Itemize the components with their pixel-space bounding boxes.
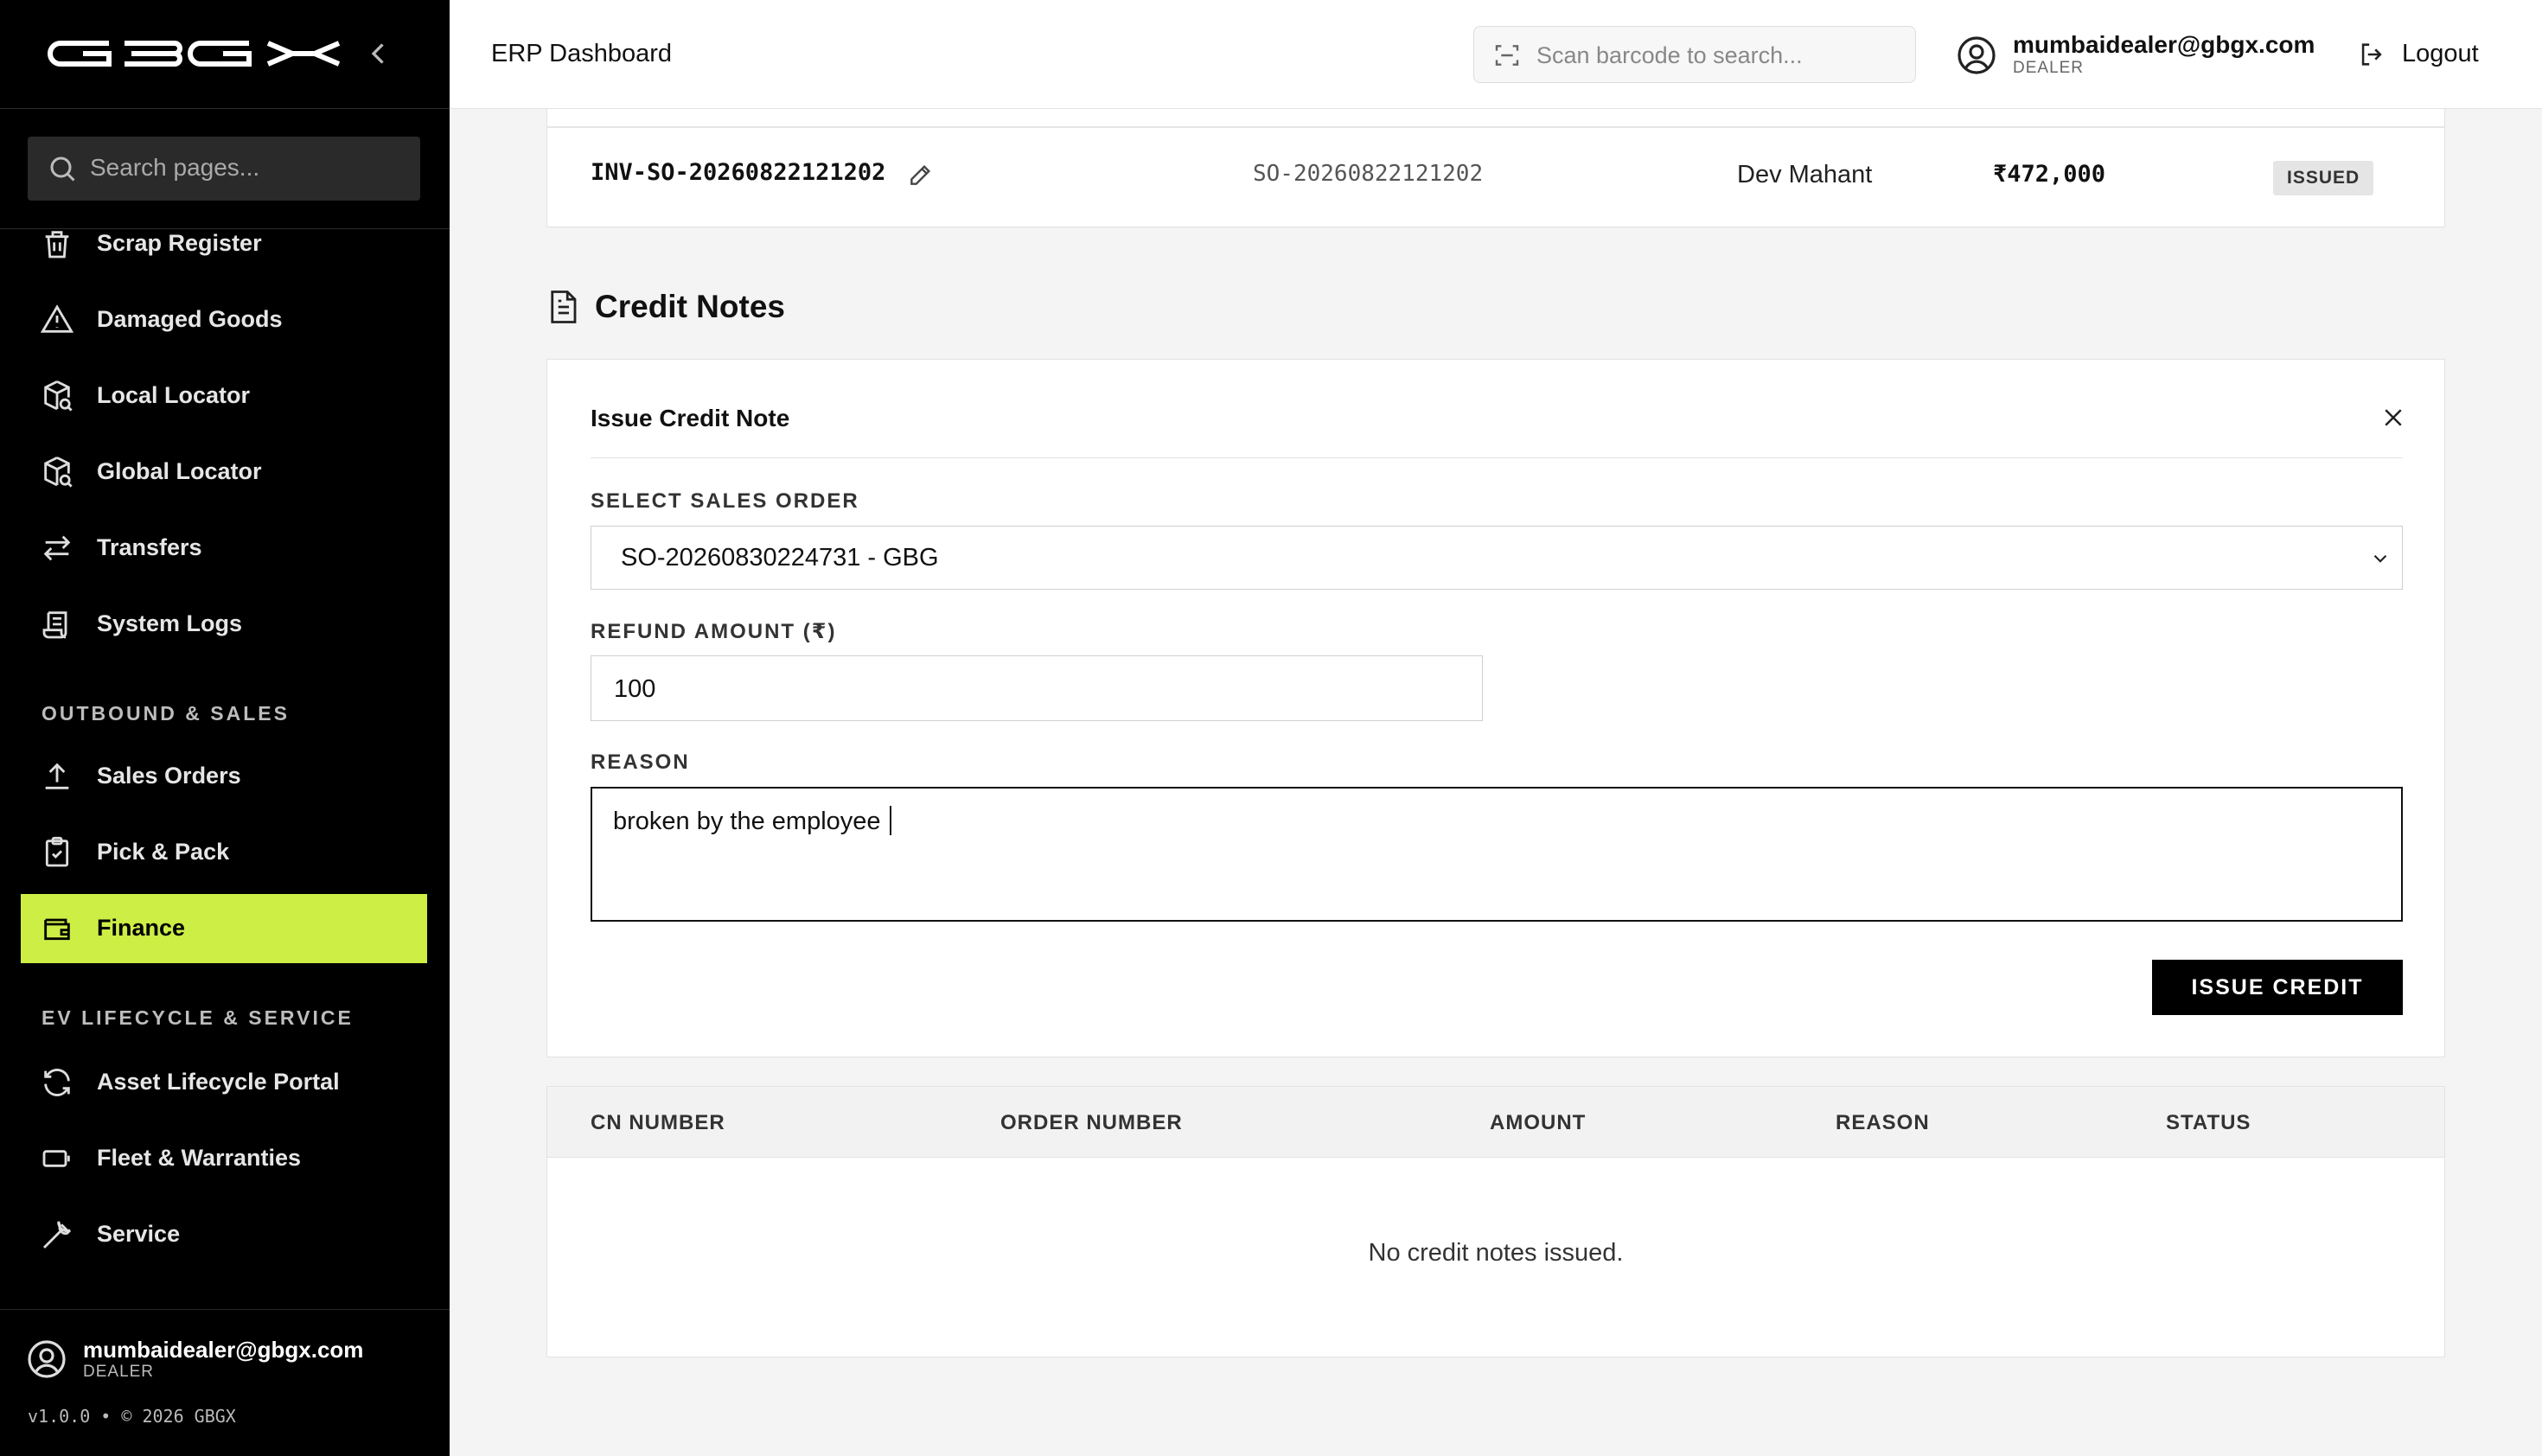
user-avatar-icon	[1958, 36, 1996, 74]
column-header-order-number[interactable]: ORDER NUMBER	[1000, 1111, 1183, 1135]
credit-notes-table: CN NUMBER ORDER NUMBER AMOUNT REASON STA…	[546, 1086, 2445, 1357]
pencil-icon[interactable]	[907, 161, 935, 188]
package-search-icon	[44, 380, 73, 412]
sidebar-item-system-logs[interactable]: System Logs	[21, 590, 427, 659]
sidebar-item-scrap-register[interactable]: Scrap Register	[21, 209, 427, 278]
package-search-icon	[44, 457, 73, 488]
sales-order-select-value: SO-20260830224731 - GBG	[621, 544, 939, 572]
page-search-input[interactable]: Search pages...	[28, 137, 420, 201]
reason-textarea[interactable]: broken by the employee	[591, 787, 2403, 922]
scan-icon	[1495, 45, 1519, 66]
invoice-order-number: SO-20260822121202	[1253, 161, 1484, 187]
wallet-icon	[44, 918, 70, 941]
barcode-search-placeholder: Scan barcode to search...	[1536, 42, 1803, 68]
trash-icon	[45, 231, 69, 259]
chevron-left-icon[interactable]	[363, 38, 394, 69]
warning-icon	[40, 304, 74, 333]
issue-credit-note-form: Issue Credit Note SELECT SALES ORDER SO-…	[546, 359, 2445, 1057]
chevron-down-icon	[2373, 554, 2387, 563]
page-search-placeholder: Search pages...	[90, 154, 260, 181]
invoice-amount: ₹472,000	[1993, 161, 2106, 188]
sidebar-item-sales-orders[interactable]: Sales Orders	[21, 742, 427, 811]
search-icon	[50, 156, 75, 182]
sidebar-item-service[interactable]: Service	[21, 1200, 427, 1269]
column-header-status[interactable]: STATUS	[2166, 1111, 2251, 1135]
sidebar-item-asset-lifecycle[interactable]: Asset Lifecycle Portal	[21, 1048, 427, 1117]
refund-amount-input[interactable]: 100	[591, 655, 1483, 721]
barcode-search-input[interactable]: Scan barcode to search...	[1473, 26, 1916, 83]
sidebar-user-role: DEALER	[83, 1363, 155, 1381]
sidebar: Search pages... Scrap Register Damaged G…	[0, 0, 450, 1456]
empty-state-message: No credit notes issued.	[1368, 1239, 1624, 1267]
close-icon[interactable]	[2380, 405, 2406, 431]
section-heading-ev: EV LIFECYCLE & SERVICE	[42, 1006, 354, 1029]
page-title: ERP Dashboard	[491, 40, 673, 67]
invoice-table-row: INV-SO-20260822121202 SO-20260822121202 …	[546, 109, 2445, 227]
sidebar-item-fleet-warranties[interactable]: Fleet & Warranties	[21, 1124, 427, 1193]
version-text: v1.0.0 • © 2026 GBGX	[28, 1406, 236, 1427]
arrows-swap-icon	[43, 535, 71, 561]
form-divider	[591, 457, 2403, 458]
refresh-icon	[44, 1069, 70, 1096]
header-user-role: DEALER	[2013, 59, 2085, 77]
sidebar-user-email: mumbaidealer@gbgx.com	[83, 1337, 364, 1363]
top-header: ERP Dashboard Scan barcode to search... …	[450, 0, 2542, 109]
header-user-email: mumbaidealer@gbgx.com	[2013, 31, 2315, 58]
user-avatar-icon	[28, 1340, 66, 1378]
sales-order-select[interactable]: SO-20260830224731 - GBG	[591, 526, 2403, 590]
sidebar-item-global-locator[interactable]: Global Locator	[21, 437, 427, 507]
scroll-icon	[42, 611, 67, 639]
text-caret	[890, 806, 891, 835]
form-title: Issue Credit Note	[591, 405, 790, 431]
reason-value: broken by the employee	[613, 808, 881, 835]
sidebar-item-transfers[interactable]: Transfers	[21, 514, 427, 583]
logout-icon	[2361, 43, 2382, 66]
refund-amount-label: REFUND AMOUNT (₹)	[591, 620, 837, 643]
invoice-customer: Dev Mahant	[1737, 161, 1873, 188]
column-header-amount[interactable]: AMOUNT	[1490, 1111, 1586, 1135]
issue-credit-button[interactable]: ISSUE CREDIT	[2152, 960, 2403, 1015]
row-divider	[547, 126, 2444, 128]
sidebar-item-local-locator[interactable]: Local Locator	[21, 361, 427, 431]
invoice-number: INV-SO-20260822121202	[591, 159, 886, 186]
document-icon	[551, 291, 577, 323]
clipboard-check-icon	[45, 836, 69, 867]
reason-label: REASON	[591, 750, 690, 774]
section-heading-outbound: OUTBOUND & SALES	[42, 702, 290, 725]
column-header-reason[interactable]: REASON	[1836, 1111, 1930, 1135]
column-header-cn-number[interactable]: CN NUMBER	[591, 1111, 725, 1135]
sidebar-item-damaged-goods[interactable]: Damaged Goods	[21, 285, 427, 354]
wrench-icon	[42, 1221, 72, 1249]
gbgx-logo[interactable]	[45, 38, 346, 69]
table-header: CN NUMBER ORDER NUMBER AMOUNT REASON STA…	[547, 1087, 2444, 1158]
status-badge: ISSUED	[2273, 161, 2374, 195]
refund-amount-value: 100	[614, 675, 656, 703]
battery-icon	[42, 1150, 70, 1167]
sidebar-item-pick-pack[interactable]: Pick & Pack	[21, 818, 427, 887]
sidebar-item-finance[interactable]: Finance	[21, 894, 427, 963]
logout-label: Logout	[2402, 40, 2479, 67]
sidebar-footer-divider	[0, 1309, 450, 1310]
upload-icon	[45, 763, 69, 789]
brand-area	[0, 0, 450, 109]
select-sales-order-label: SELECT SALES ORDER	[591, 489, 859, 513]
